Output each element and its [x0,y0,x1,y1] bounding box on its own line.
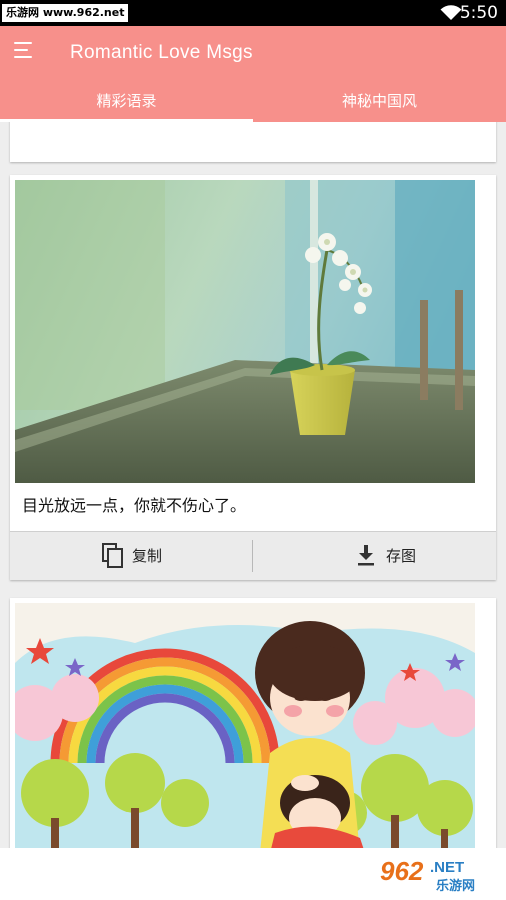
save-image-button[interactable]: 存图 [253,532,496,580]
copy-button[interactable]: 复制 [10,532,253,580]
card-actions: 复制 存图 [10,531,496,580]
quote-text: 目光放远一点，你就不伤心了。 [22,496,247,515]
download-icon [358,545,374,566]
logo-net: .NET [430,859,464,876]
logo-962: 962 [380,856,424,886]
quote-card: 目光放远一点，你就不伤心了。 复制 存图 [10,175,496,580]
clock: 5:50 [459,3,498,23]
app-title: Romantic Love Msgs [70,42,253,63]
quote-image [15,180,475,483]
quote-image [15,603,475,848]
tab-label: 神秘中国风 [341,92,417,110]
logo-cn: 乐游网 [436,878,475,894]
card-list[interactable]: 目光放远一点，你就不伤心了。 复制 存图 [0,122,506,848]
copy-label: 复制 [132,547,163,565]
watermark-label: 乐游网 www.962.net [2,4,129,22]
save-image-label: 存图 [386,547,417,565]
tab-quotes[interactable]: 精彩语录 [0,86,253,122]
menu-icon[interactable] [14,42,40,64]
app-bar: Romantic Love Msgs 精彩语录 神秘中国风 [0,26,506,122]
status-bar: 乐游网 www.962.net 5:50 [0,0,506,26]
quote-card [10,598,496,848]
wifi-icon [440,5,462,20]
tab-chinese-style[interactable]: 神秘中国风 [253,86,506,122]
tab-label: 精彩语录 [96,92,157,110]
site-logo-watermark: 962 .NET 乐游网 [375,856,499,894]
previous-card [10,122,496,162]
copy-icon [102,543,123,568]
